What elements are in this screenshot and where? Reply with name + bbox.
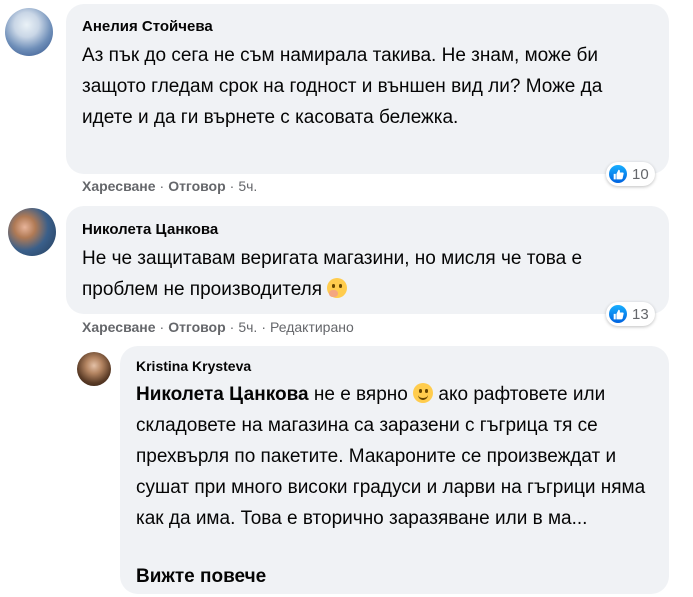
comment-author[interactable]: Николета Цанкова bbox=[82, 221, 218, 238]
reply-text: Николета Цанкова не е вярно ако рафтовет… bbox=[136, 379, 661, 534]
avatar[interactable] bbox=[5, 8, 53, 56]
see-more-link[interactable]: Вижте повече bbox=[136, 566, 266, 588]
mention-link[interactable]: Николета Цанкова bbox=[136, 384, 309, 405]
reply-button[interactable]: Отговор bbox=[168, 319, 225, 335]
reply-text-part: не е вярно bbox=[308, 384, 414, 405]
smiling-face-icon bbox=[413, 383, 434, 403]
separator: · bbox=[229, 178, 235, 194]
comment-text: Аз пък до сега не съм намирала такива. Н… bbox=[82, 45, 603, 128]
avatar[interactable] bbox=[8, 208, 56, 256]
comment-actions: Харесване · Отговор · 5ч. · Редактирано bbox=[82, 319, 354, 335]
comment-author[interactable]: Анелия Стойчева bbox=[82, 18, 213, 35]
reaction-count: 10 bbox=[632, 165, 649, 183]
reaction-count: 13 bbox=[632, 305, 649, 323]
separator: · bbox=[159, 178, 165, 194]
edited-label[interactable]: Редактирано bbox=[270, 319, 354, 335]
thumbs-up-icon bbox=[609, 305, 627, 323]
comment-text: Не че защитавам веригата магазини, но ми… bbox=[82, 243, 662, 305]
avatar[interactable] bbox=[77, 352, 111, 386]
timestamp[interactable]: 5ч. bbox=[238, 319, 257, 335]
separator: · bbox=[159, 319, 165, 335]
comment-actions: Харесване · Отговор · 5ч. bbox=[82, 178, 257, 194]
reply-author[interactable]: Kristina Krysteva bbox=[136, 358, 251, 374]
thumbs-up-icon bbox=[609, 165, 627, 183]
like-button[interactable]: Харесване bbox=[82, 319, 156, 335]
like-button[interactable]: Харесване bbox=[82, 178, 156, 194]
reply-text-part: ако рафтовете или складовете на магазина… bbox=[136, 384, 646, 529]
separator: · bbox=[229, 319, 235, 335]
timestamp[interactable]: 5ч. bbox=[238, 178, 257, 194]
reply-button[interactable]: Отговор bbox=[168, 178, 225, 194]
thinking-face-icon bbox=[327, 278, 348, 298]
reaction-count-button[interactable]: 10 bbox=[606, 162, 655, 186]
separator: · bbox=[261, 319, 266, 335]
reaction-count-button[interactable]: 13 bbox=[606, 302, 655, 326]
